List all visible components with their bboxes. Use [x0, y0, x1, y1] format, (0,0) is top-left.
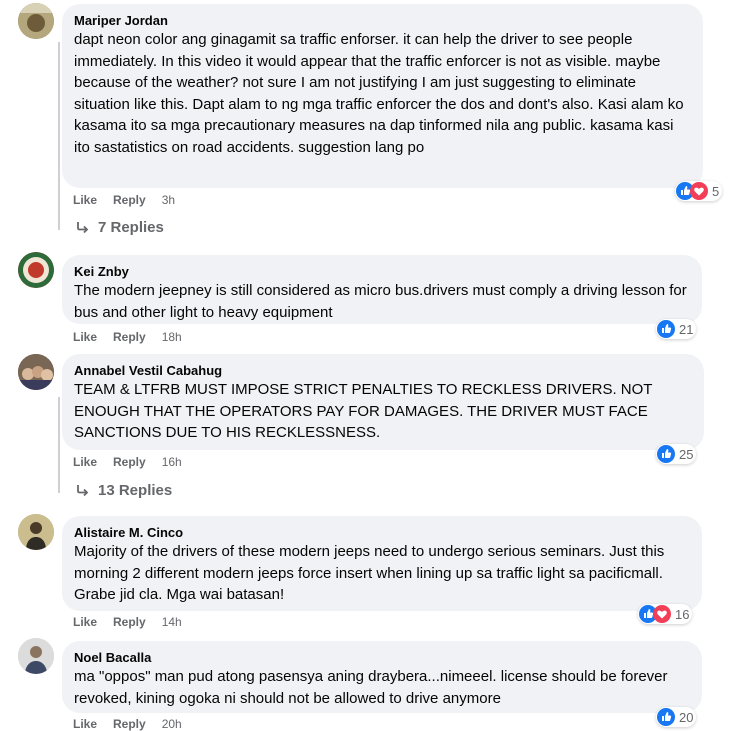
comment-bubble: Alistaire M. Cinco Majority of the drive… [62, 516, 702, 611]
love-reaction-icon [690, 182, 708, 200]
reaction-count: 20 [679, 709, 694, 725]
reply-button[interactable]: Reply [113, 455, 146, 469]
like-button[interactable]: Like [73, 615, 97, 629]
reaction-count: 21 [679, 321, 694, 337]
comment-text: TEAM & LTFRB MUST IMPOSE STRICT PENALTIE… [74, 381, 653, 441]
comment-actions: Like Reply 18h [73, 330, 182, 344]
thread-line [58, 42, 60, 230]
reply-button[interactable]: Reply [113, 717, 146, 731]
comment-actions: Like Reply 14h [73, 615, 182, 629]
comment-timestamp[interactable]: 18h [162, 330, 182, 344]
comment-text: dapt neon color ang ginagamit sa traffic… [74, 31, 684, 156]
view-replies-button[interactable]: 7 Replies [76, 219, 164, 236]
like-reaction-icon [657, 320, 675, 338]
comment-author[interactable]: Annabel Vestil Cabahug [74, 362, 692, 379]
like-button[interactable]: Like [73, 717, 97, 731]
replies-count: 13 Replies [98, 482, 173, 499]
like-reaction-icon [657, 445, 675, 463]
comment-timestamp[interactable]: 3h [162, 193, 175, 207]
reaction-summary[interactable]: 5 [675, 181, 723, 201]
reply-button[interactable]: Reply [113, 615, 146, 629]
comment-author[interactable]: Noel Bacalla [74, 649, 690, 666]
like-button[interactable]: Like [73, 193, 97, 207]
reaction-summary[interactable]: 16 [638, 604, 693, 624]
like-button[interactable]: Like [73, 330, 97, 344]
reaction-summary[interactable]: 20 [656, 707, 697, 727]
comment-author[interactable]: Alistaire M. Cinco [74, 524, 690, 541]
comment-timestamp[interactable]: 16h [162, 455, 182, 469]
comment-bubble: Noel Bacalla ma "oppos" man pud atong pa… [62, 641, 702, 713]
thread-line [58, 397, 60, 493]
reaction-summary[interactable]: 25 [656, 444, 697, 464]
comment-actions: Like Reply 16h [73, 455, 182, 469]
reaction-summary[interactable]: 21 [656, 319, 697, 339]
comment-text: ma "oppos" man pud atong pasensya aning … [74, 668, 668, 707]
avatar[interactable] [18, 638, 54, 674]
comment-actions: Like Reply 3h [73, 193, 175, 207]
comment-bubble: Annabel Vestil Cabahug TEAM & LTFRB MUST… [62, 354, 704, 450]
comment-text: Majority of the drivers of these modern … [74, 543, 665, 603]
like-reaction-icon [657, 708, 675, 726]
avatar[interactable] [18, 252, 54, 288]
reaction-count: 5 [712, 183, 720, 199]
reaction-count: 16 [675, 606, 690, 622]
comment-timestamp[interactable]: 20h [162, 717, 182, 731]
reply-arrow-icon [77, 221, 89, 233]
replies-count: 7 Replies [98, 219, 164, 236]
love-reaction-icon [653, 605, 671, 623]
comment-actions: Like Reply 20h [73, 717, 182, 731]
view-replies-button[interactable]: 13 Replies [76, 482, 172, 499]
comment-bubble: Mariper Jordan dapt neon color ang ginag… [62, 4, 703, 188]
reply-arrow-icon [77, 484, 89, 496]
avatar[interactable] [18, 514, 54, 550]
comment-bubble: Kei Znby The modern jeepney is still con… [62, 255, 702, 324]
reaction-count: 25 [679, 446, 694, 462]
like-button[interactable]: Like [73, 455, 97, 469]
comment-author[interactable]: Kei Znby [74, 263, 690, 280]
avatar[interactable] [18, 354, 54, 390]
comment-text: The modern jeepney is still considered a… [74, 282, 687, 321]
comment-author[interactable]: Mariper Jordan [74, 12, 691, 29]
comment-timestamp[interactable]: 14h [162, 615, 182, 629]
avatar[interactable] [18, 3, 54, 39]
reply-button[interactable]: Reply [113, 193, 146, 207]
reply-button[interactable]: Reply [113, 330, 146, 344]
